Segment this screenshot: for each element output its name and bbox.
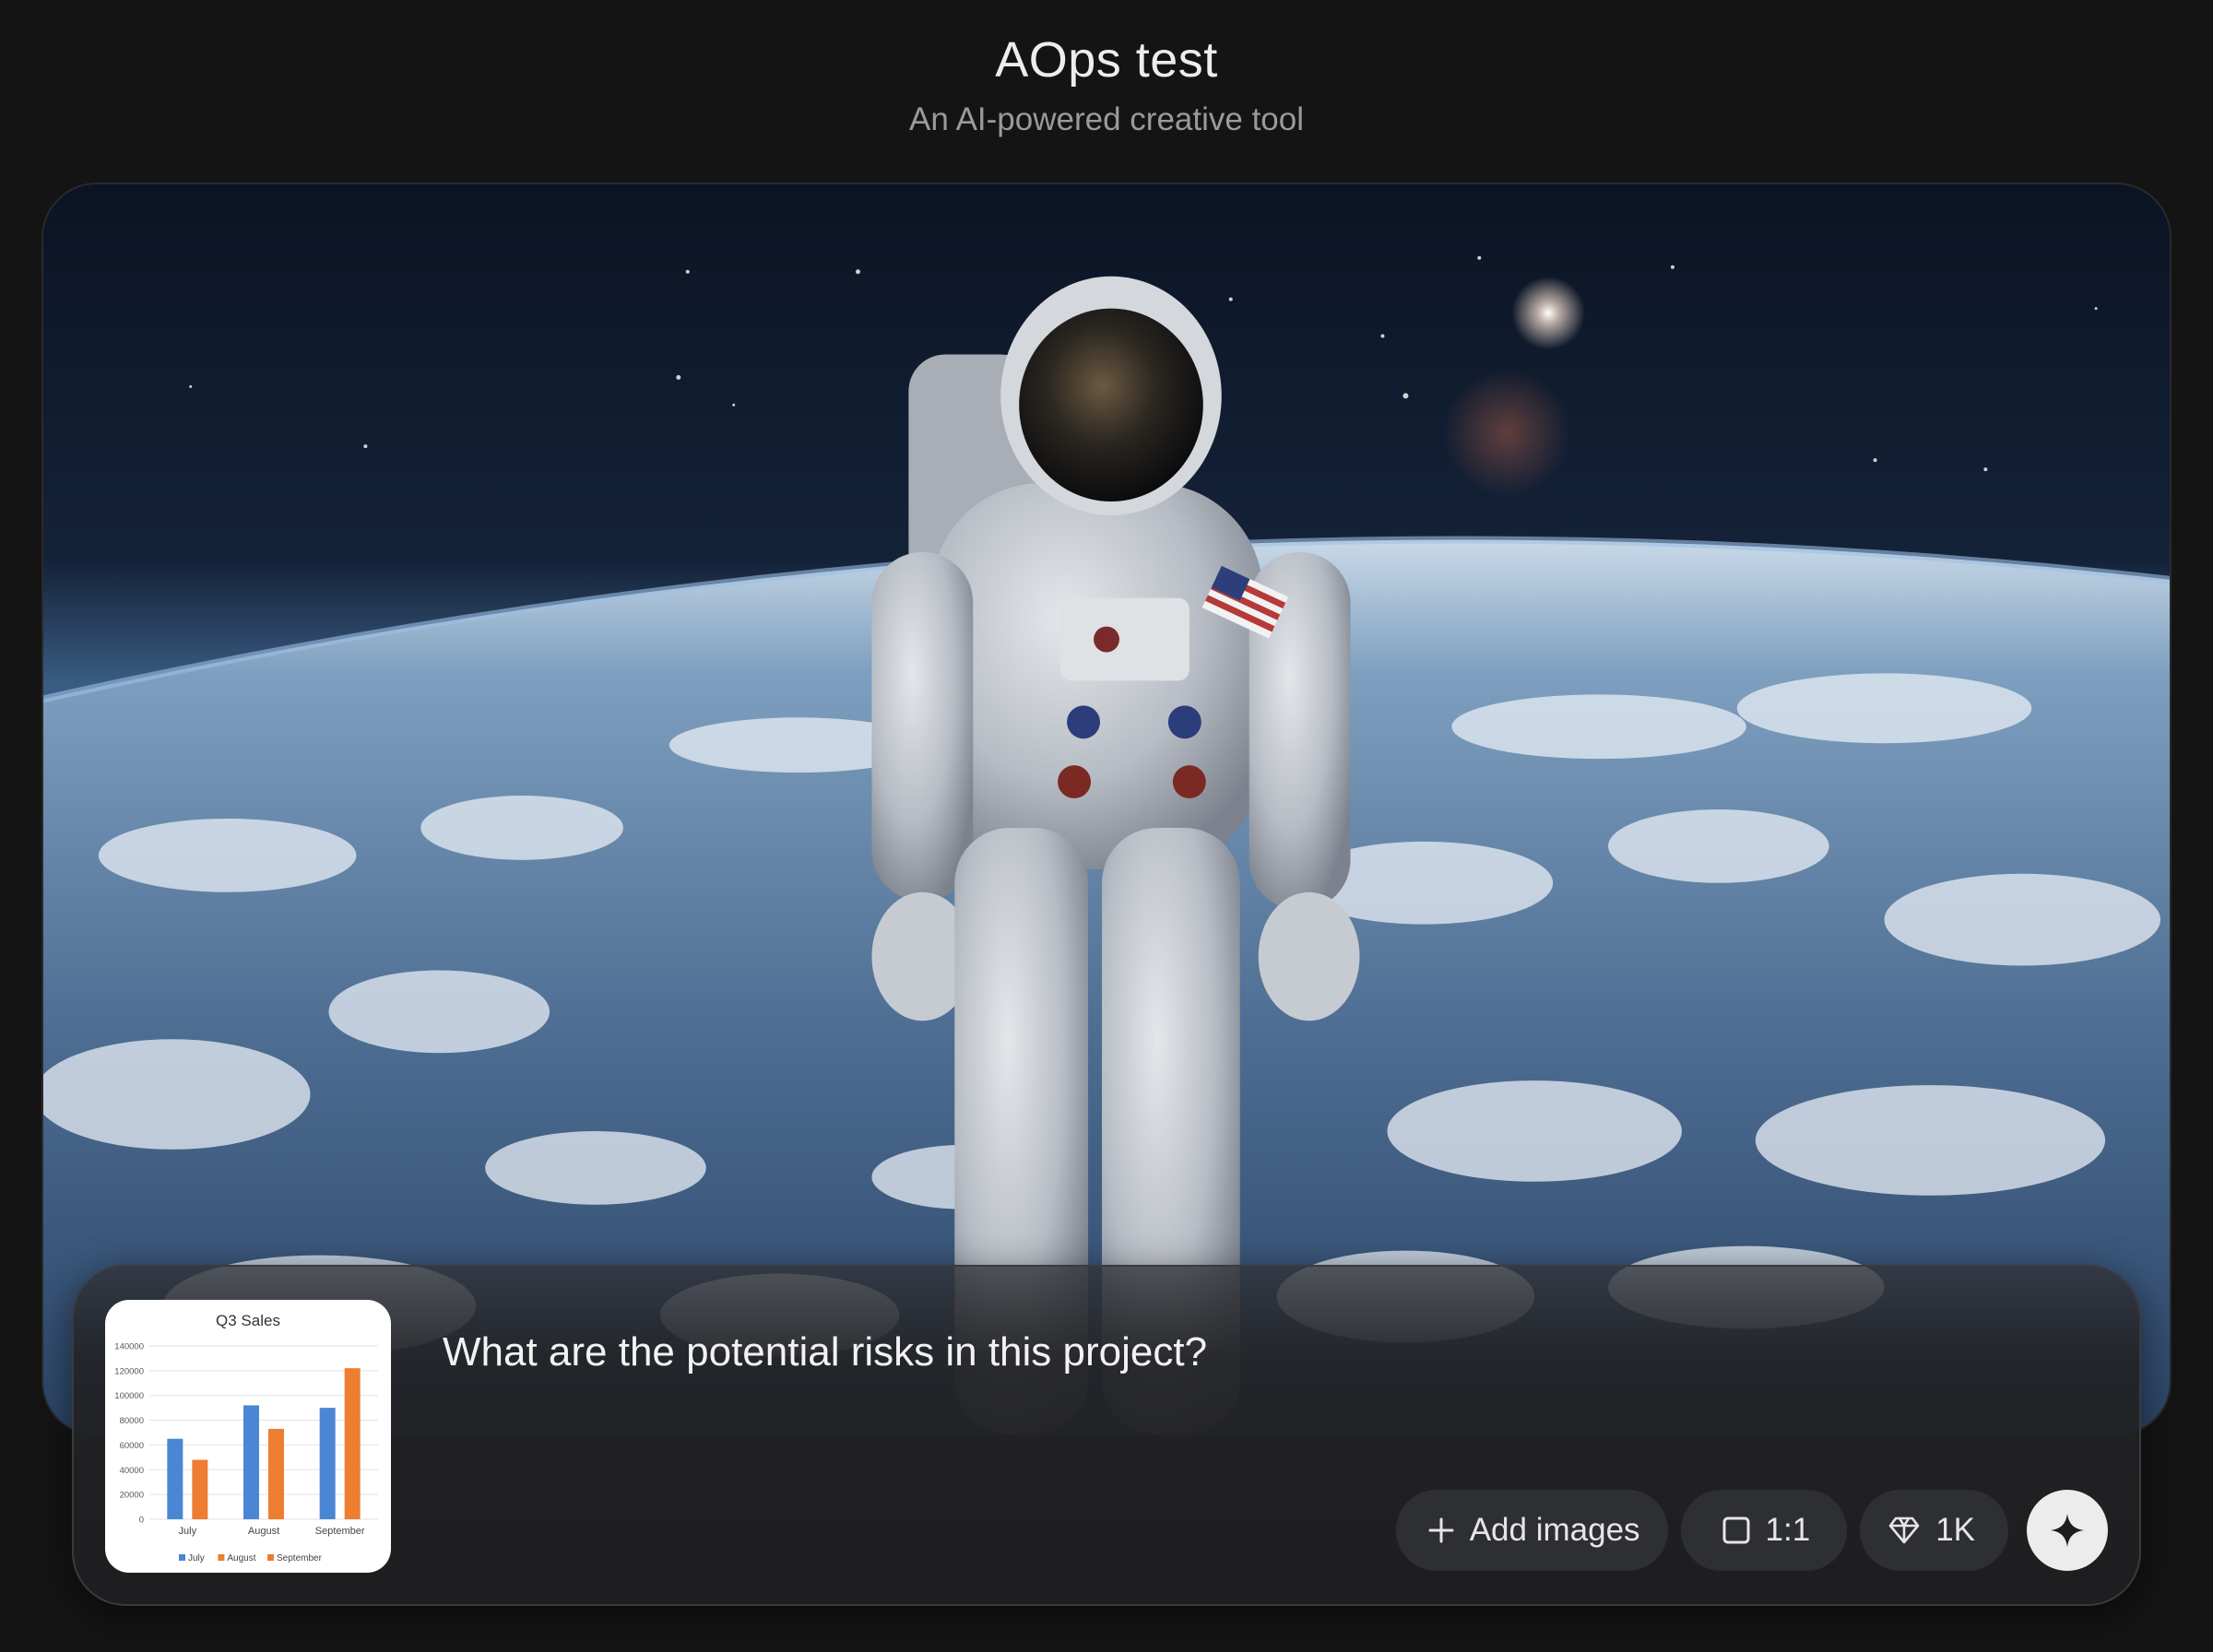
prompt-controls: Add images 1:1 1K bbox=[1395, 1490, 2108, 1571]
attachment-thumbnail[interactable]: Q3 Sales 0 20000 40000 60000 80000 100000 12000… bbox=[105, 1300, 391, 1573]
quality-label: 1K bbox=[1935, 1512, 1975, 1548]
chart-legend-label: September bbox=[277, 1553, 323, 1564]
chart-ytick-label: 0 bbox=[139, 1516, 144, 1526]
chart-legend-swatch bbox=[218, 1554, 225, 1561]
chart-ytick-label: 40000 bbox=[120, 1466, 144, 1476]
aspect-ratio-label: 1:1 bbox=[1765, 1512, 1811, 1548]
chart-category-label: September bbox=[315, 1526, 365, 1537]
chart-ytick-label: 140000 bbox=[114, 1342, 144, 1352]
chart-legend-swatch bbox=[267, 1554, 274, 1561]
aspect-ratio-button[interactable]: 1:1 bbox=[1680, 1490, 1848, 1571]
chart-legend-label: July bbox=[188, 1553, 205, 1564]
chart-bar bbox=[192, 1459, 208, 1519]
quality-button[interactable]: 1K bbox=[1860, 1490, 2008, 1571]
chart-bar bbox=[344, 1368, 361, 1519]
chart-legend-label: August bbox=[227, 1553, 255, 1564]
app-subtitle: An AI-powered creative tool bbox=[908, 101, 1304, 137]
chart-ytick-label: 20000 bbox=[120, 1491, 144, 1501]
chart-bar bbox=[319, 1408, 336, 1519]
chart-category-label: July bbox=[179, 1526, 197, 1537]
chart-bar bbox=[167, 1438, 183, 1519]
prompt-panel: Q3 Sales 0 20000 40000 60000 80000 100000 12000… bbox=[72, 1265, 2141, 1606]
chart-bar bbox=[268, 1428, 284, 1519]
generate-button[interactable] bbox=[2027, 1490, 2108, 1571]
app-title: AOps test bbox=[995, 32, 1218, 88]
square-icon bbox=[1722, 1516, 1750, 1544]
chart-ytick-label: 80000 bbox=[120, 1416, 144, 1426]
chart-ytick-label: 60000 bbox=[120, 1441, 144, 1451]
chart-ytick-label: 100000 bbox=[114, 1391, 144, 1401]
add-images-label: Add images bbox=[1469, 1512, 1640, 1548]
plus-icon bbox=[1428, 1517, 1454, 1543]
prompt-input[interactable]: What are the potential risks in this pro… bbox=[443, 1329, 1207, 1375]
chart-title: Q3 Sales bbox=[216, 1312, 280, 1329]
sparkle-icon bbox=[2051, 1514, 2084, 1547]
chart-thumbnail: Q3 Sales 0 20000 40000 60000 80000 100000 12000… bbox=[114, 1312, 378, 1564]
chart-bar bbox=[243, 1405, 259, 1519]
astronaut-over-earth-image bbox=[43, 184, 2170, 1434]
chart-legend-swatch bbox=[179, 1554, 185, 1561]
diamond-icon bbox=[1888, 1516, 1920, 1544]
chart-ytick-label: 120000 bbox=[114, 1366, 144, 1376]
chart-category-label: August bbox=[248, 1526, 279, 1537]
hero-image bbox=[41, 183, 2172, 1436]
add-images-button[interactable]: Add images bbox=[1395, 1490, 1668, 1571]
